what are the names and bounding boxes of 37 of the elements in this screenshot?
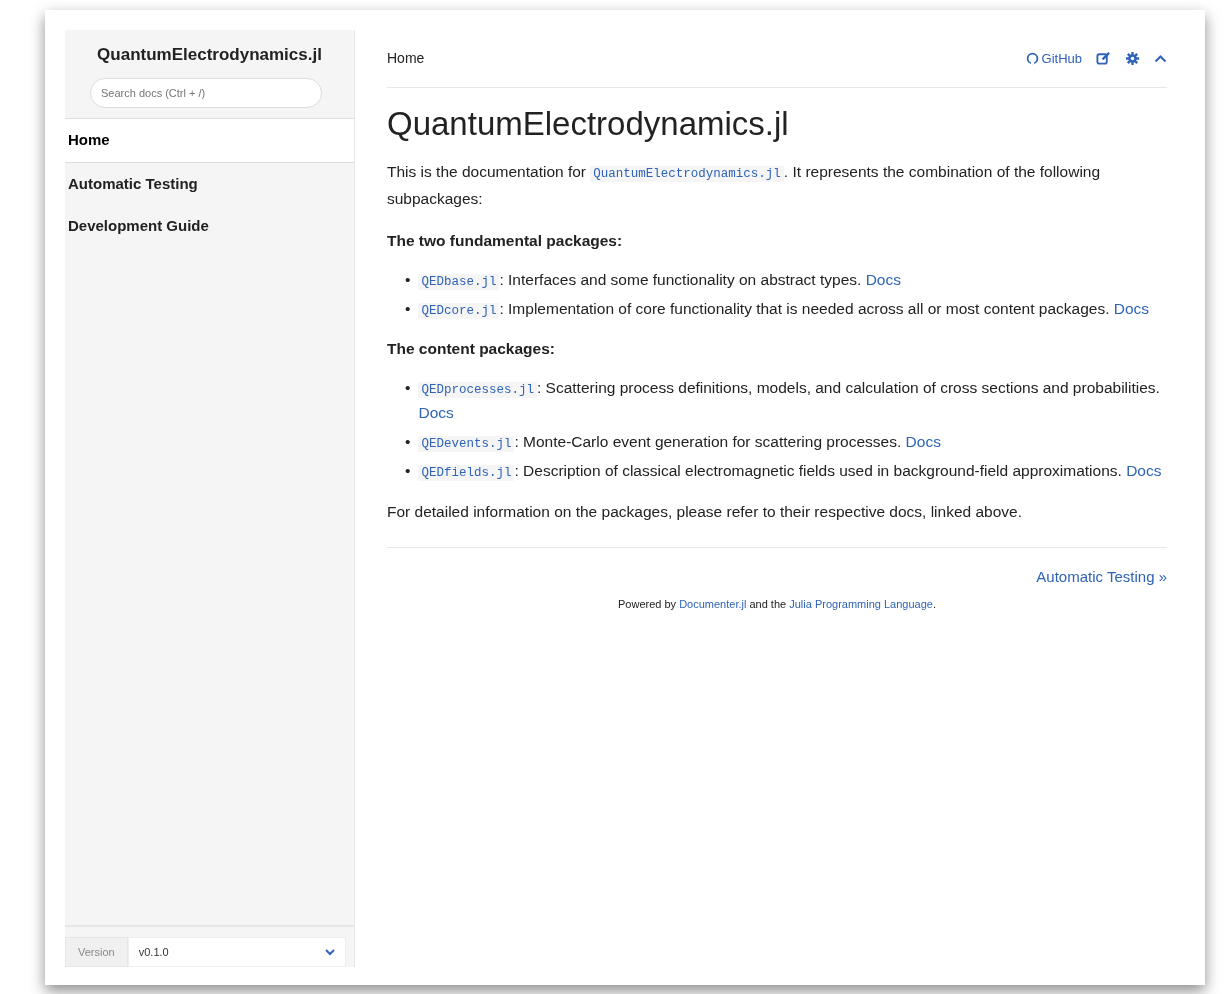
package-link[interactable]: QEDcore.jl	[418, 302, 500, 319]
footer-link[interactable]: Julia Programming Language	[789, 598, 933, 611]
bullet: •	[405, 269, 411, 290]
page-title: QuantumElectrodynamics.jl	[387, 104, 790, 144]
bullet: •	[405, 460, 411, 481]
powered-by-text: Powered by Documenter.jl and the Julia Programming Language.	[617, 597, 937, 613]
search-field[interactable]: Search docs (Ctrl + /)	[90, 77, 322, 108]
docs-link[interactable]: Docs	[1113, 299, 1150, 317]
paragraph: For detailed information on the packages, please refer to their respective docs, linked above.	[387, 501, 1023, 522]
package-link[interactable]: QEDbase.jl	[418, 273, 500, 290]
docs-link[interactable]: Docs	[418, 404, 454, 422]
package-link[interactable]: QuantumElectrodynamics.jl	[590, 165, 784, 182]
footer-link[interactable]: Documenter.jl	[679, 598, 747, 611]
docs-link[interactable]: Docs	[905, 433, 941, 451]
settings-icon[interactable]	[1125, 51, 1140, 66]
nav-item[interactable]: Development Guide	[65, 205, 354, 248]
bullet: •	[405, 378, 411, 399]
bullet: •	[405, 298, 411, 319]
package-link[interactable]: QEDevents.jl	[418, 436, 515, 453]
nav-item[interactable]: Automatic Testing	[65, 162, 354, 205]
edit-icon[interactable]	[1096, 51, 1111, 66]
collapse-icon[interactable]	[1154, 54, 1167, 63]
github-link[interactable]: GitHub	[1025, 48, 1082, 69]
site-title[interactable]: QuantumElectrodynamics.jl	[65, 30, 354, 78]
bullet: •	[405, 432, 411, 453]
nav-item[interactable]: Home	[65, 118, 354, 163]
version-label: Version	[65, 936, 128, 967]
docs-link[interactable]: Docs	[1126, 461, 1162, 479]
package-link[interactable]: QEDprocesses.jl	[418, 382, 537, 399]
next-page-link[interactable]: Automatic Testing »	[1036, 565, 1167, 589]
docs-link[interactable]: Docs	[865, 270, 901, 288]
section-label: The content packages:	[387, 339, 556, 360]
version-select[interactable]: v0.1.0	[127, 936, 346, 967]
breadcrumb[interactable]: Home	[387, 48, 425, 69]
package-link[interactable]: QEDfields.jl	[418, 464, 515, 481]
chevron-icon	[325, 947, 335, 956]
section-label: The two fundamental packages:	[387, 230, 624, 251]
